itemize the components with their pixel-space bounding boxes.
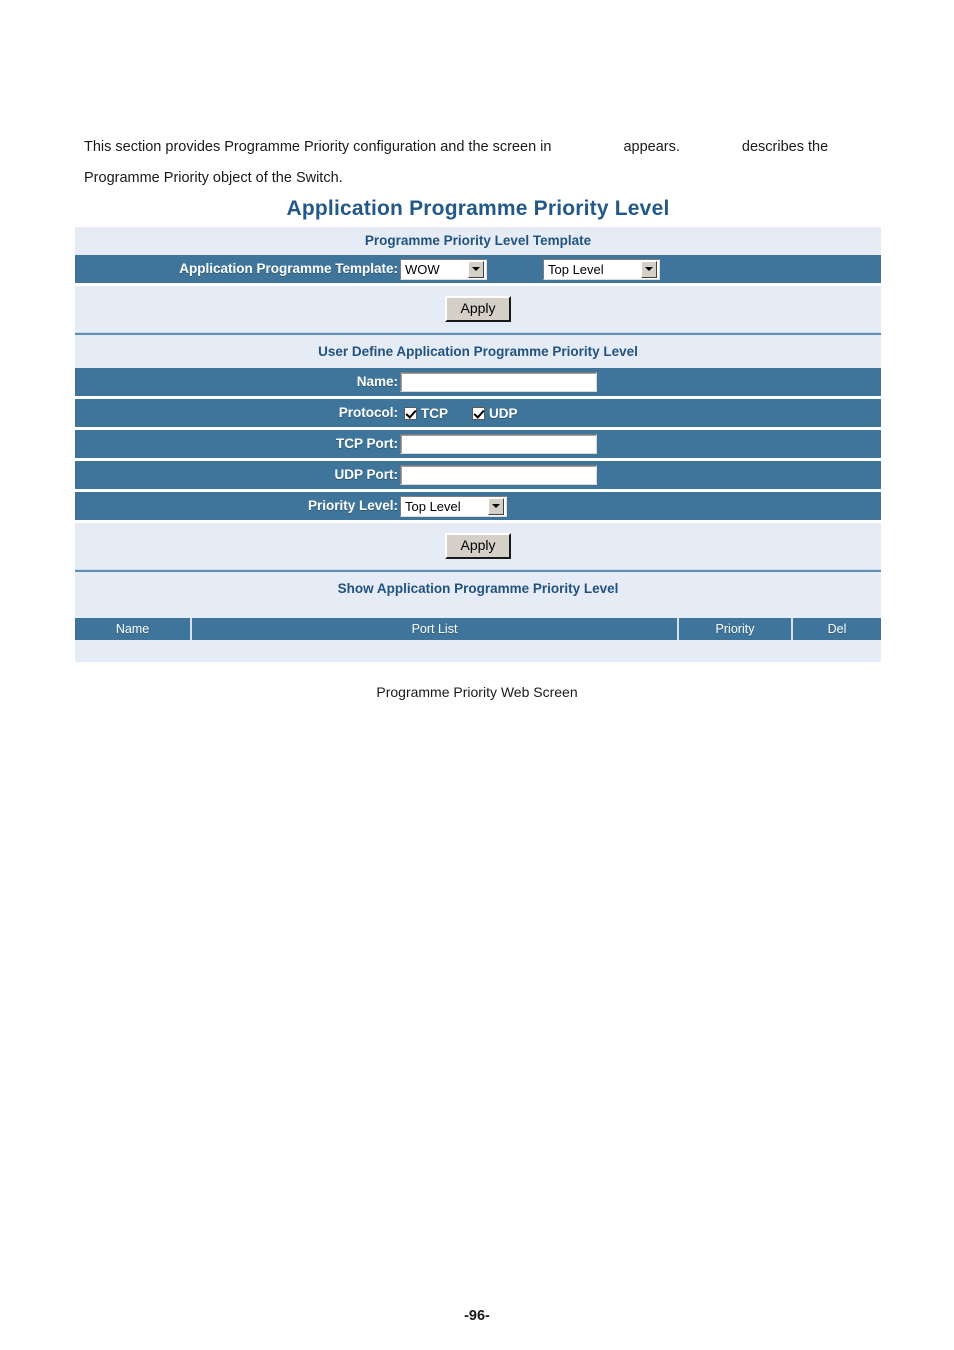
chevron-down-icon [488, 498, 504, 515]
column-header-priority: Priority [679, 618, 793, 640]
udp-checkbox[interactable] [472, 407, 485, 420]
template-priority-level-select[interactable]: Top Level [543, 259, 660, 280]
udp-label: UDP [489, 406, 518, 421]
paragraph-sentence-4: Programme Priority object of the Switch. [84, 170, 343, 186]
tcp-port-input[interactable] [400, 434, 597, 454]
chevron-down-icon [468, 261, 484, 278]
udp-port-label: UDP Port: [334, 467, 398, 482]
udp-checkbox-wrap[interactable]: UDP [472, 406, 518, 421]
priority-level-selected-value: Top Level [405, 499, 488, 514]
results-table-body [75, 640, 881, 662]
user-define-apply-row: Apply [75, 523, 881, 569]
priority-level-select[interactable]: Top Level [400, 496, 507, 517]
chevron-down-icon [641, 261, 657, 278]
priority-level-row: Priority Level: Top Level [75, 492, 881, 520]
application-programme-template-label: Application Programme Template: [179, 261, 398, 276]
application-programme-template-select[interactable]: WOW [400, 259, 487, 280]
tcp-checkbox[interactable] [404, 407, 417, 420]
paragraph-sentence-3: describes the [742, 139, 828, 155]
tcp-port-row: TCP Port: [75, 430, 881, 458]
application-programme-template-row: Application Programme Template: WOW Top … [75, 255, 881, 283]
user-define-section-heading: User Define Application Programme Priori… [75, 335, 881, 368]
udp-port-input[interactable] [400, 465, 597, 485]
template-apply-row: Apply [75, 286, 881, 332]
priority-level-label: Priority Level: [308, 498, 398, 513]
paragraph-sentence-2: appears. [623, 139, 679, 155]
template-apply-button[interactable]: Apply [445, 296, 510, 322]
template-selected-value: WOW [405, 262, 468, 277]
show-section-heading: Show Application Programme Priority Leve… [75, 572, 881, 605]
tcp-label: TCP [421, 406, 448, 421]
protocol-row: Protocol: TCP UDP [75, 399, 881, 427]
column-header-port-list: Port List [190, 618, 679, 640]
user-define-apply-button[interactable]: Apply [445, 533, 510, 559]
tcp-checkbox-wrap[interactable]: TCP [404, 406, 448, 421]
results-table-header: Name Port List Priority Del [75, 618, 881, 640]
name-row: Name: [75, 368, 881, 396]
udp-port-row: UDP Port: [75, 461, 881, 489]
template-section-heading: Programme Priority Level Template [75, 227, 881, 255]
column-header-name: Name [75, 618, 190, 640]
template-priority-selected-value: Top Level [548, 262, 641, 277]
programme-priority-web-screen: Application Programme Priority Level Pro… [75, 194, 881, 662]
page-title: Application Programme Priority Level [75, 194, 881, 227]
show-section-spacer [75, 605, 881, 618]
page-number: -96- [0, 1308, 954, 1324]
name-input[interactable] [400, 372, 597, 392]
protocol-label: Protocol: [339, 405, 398, 420]
body-paragraph: This section provides Programme Priority… [84, 132, 874, 194]
column-header-del: Del [793, 618, 881, 640]
paragraph-sentence-1: This section provides Programme Priority… [84, 139, 551, 155]
name-label: Name: [357, 374, 398, 389]
figure-caption: Programme Priority Web Screen [0, 684, 954, 700]
tcp-port-label: TCP Port: [336, 436, 398, 451]
